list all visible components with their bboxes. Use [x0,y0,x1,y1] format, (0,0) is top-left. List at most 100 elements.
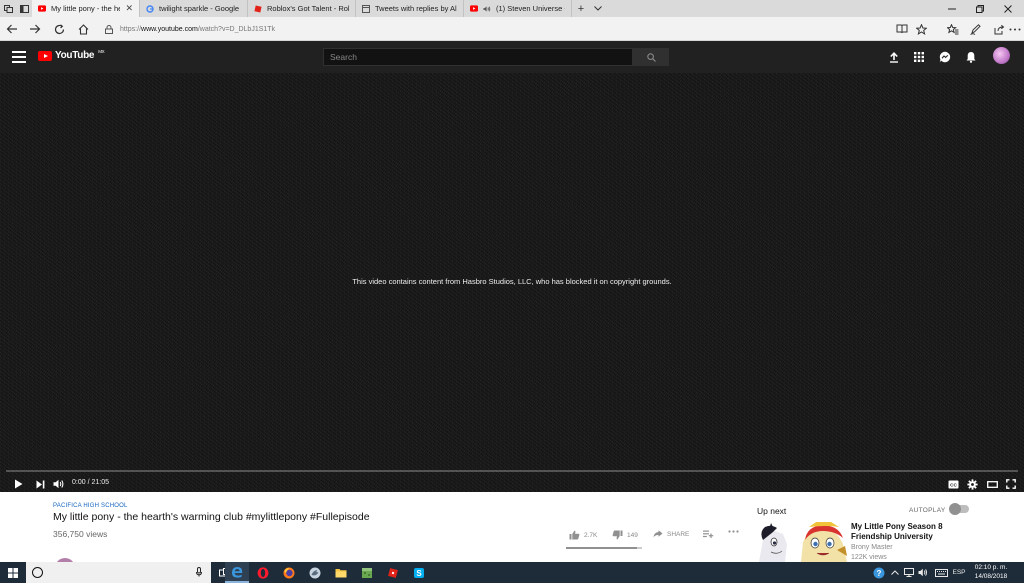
thumbs-up-icon [569,530,580,540]
tab-title: Tweets with replies by Alexr [375,4,457,13]
up-next-heading: Up next [757,506,787,516]
dislike-button[interactable]: 149 [612,530,638,540]
tab-preview-icon[interactable] [0,0,16,17]
browser-tab-strip: My little pony - the hea ✕ twilight spar… [0,0,1024,17]
toggle-knob [949,503,961,515]
account-avatar[interactable] [993,47,1010,64]
cortana-search-box[interactable] [26,562,211,583]
input-language[interactable]: ESP [951,566,967,579]
progress-bar[interactable] [6,470,1018,472]
windows-start-icon[interactable] [0,562,26,583]
notifications-bell-icon[interactable] [964,50,978,64]
favorite-star-icon[interactable] [910,17,932,41]
view-count: 356,750 views [53,529,108,539]
add-to-playlist-icon [703,530,714,538]
video-info-section: PACIFICA HIGH SCHOOL My little pony - th… [0,492,1024,578]
roblox-app-icon[interactable] [381,562,405,583]
clock-time: 02:10 p. m. [974,564,1008,571]
clock-date: 14/08/2018 [974,572,1008,580]
video-title: My little pony - the hearth's warming cl… [53,511,370,523]
home-icon[interactable] [71,17,95,41]
settings-gear-icon[interactable] [965,478,979,490]
like-button[interactable]: 2.7K [569,530,597,540]
svg-text:CC: CC [950,482,957,487]
more-options-icon[interactable] [1004,17,1024,41]
lock-icon[interactable] [104,24,114,34]
skype-icon[interactable]: S [407,562,431,583]
favorites-hub-icon[interactable] [942,17,964,41]
close-window-icon[interactable] [994,0,1022,17]
minecraft-icon[interactable] [355,562,379,583]
volume-icon[interactable] [52,478,66,490]
add-to-playlist-button[interactable] [703,530,714,538]
autoplay-toggle[interactable] [949,503,969,515]
upload-icon[interactable] [887,50,901,64]
time-display: 0:00 / 21:05 [72,479,109,486]
youtube-header: YouTube MX Search [0,41,1024,73]
recommended-video-thumbnail[interactable] [757,522,848,562]
refresh-icon[interactable] [47,17,71,41]
url-host: www.youtube.com [141,25,198,33]
firefox-icon[interactable] [277,562,301,583]
play-icon[interactable] [11,478,25,490]
video-player[interactable]: This video contains content from Hasbro … [0,73,1024,492]
microphone-icon[interactable] [196,567,202,579]
subtitles-icon[interactable]: CC [946,478,960,490]
youtube-icon [470,5,478,13]
chevron-down-icon[interactable] [590,0,606,17]
theater-mode-icon[interactable] [985,478,999,490]
tab-google-search[interactable]: twilight sparkle - Google Se [140,0,248,17]
help-tips-icon[interactable]: ? [872,566,886,579]
tab-tweets[interactable]: Tweets with replies by Alexr [356,0,464,17]
browser-address-bar: https://www.youtube.com/watch?v=D_DLbJ1S… [0,17,1024,41]
close-tab-icon[interactable]: ✕ [125,3,133,14]
speaker-icon[interactable] [917,566,929,579]
new-tab-icon[interactable]: + [572,0,590,17]
show-hidden-icons-chevron-icon[interactable] [889,566,901,579]
youtube-logo[interactable]: YouTube MX [38,49,105,61]
set-tabs-aside-icon[interactable] [16,0,32,17]
more-actions-button[interactable] [728,530,739,533]
system-clock[interactable]: 02:10 p. m. 14/08/2018 [968,564,1014,581]
search-input[interactable]: Search [323,48,633,66]
tab-roblox[interactable]: Roblox's Got Talent - Roblo: [248,0,356,17]
tab-steven-universe[interactable]: (1) Steven Universe - Lc [464,0,572,17]
keyboard-icon[interactable] [933,566,949,579]
restore-icon[interactable] [966,0,994,17]
svg-text:?: ? [877,569,882,578]
svg-text:S: S [416,569,422,578]
recommended-video-title[interactable]: My Little Pony Season 8 Friendship Unive… [851,522,971,542]
tab-title: (1) Steven Universe - Lc [496,4,565,13]
messages-icon[interactable] [938,50,952,64]
sentiment-fill [566,547,637,549]
web-notes-pen-icon[interactable] [964,17,986,41]
search-button[interactable] [633,48,669,66]
apps-grid-icon[interactable] [912,50,926,64]
fullscreen-icon[interactable] [1004,478,1018,490]
tab-title: twilight sparkle - Google Se [159,4,241,13]
url-path: /watch?v=D_DLbJ1S1Tk [197,25,276,33]
file-explorer-icon[interactable] [329,562,353,583]
channel-hashtag-link[interactable]: PACIFICA HIGH SCHOOL [53,503,128,509]
windows-taskbar: S ? ESP 02:10 p. m. 14/08/2018 [0,562,1024,583]
network-icon[interactable] [903,566,915,579]
autoplay-label: AUTOPLAY [909,507,946,514]
recommended-video-channel[interactable]: Brony Master [851,544,893,551]
youtube-icon [38,5,46,13]
edge-browser-icon[interactable] [225,562,249,583]
search-icon [646,52,656,62]
share-label: SHARE [667,530,690,538]
forward-arrow-icon[interactable] [23,17,47,41]
guide-menu-icon[interactable] [12,51,26,63]
back-arrow-icon[interactable] [0,17,24,41]
tab-youtube-my-little-pony[interactable]: My little pony - the hea ✕ [32,0,140,17]
copyright-block-message: This video contains content from Hasbro … [352,277,672,286]
youtube-play-logo-icon [38,50,52,61]
minimize-icon[interactable] [938,0,966,17]
opera-browser-icon[interactable] [251,562,275,583]
share-button[interactable]: SHARE [653,530,689,538]
url-field[interactable]: https://www.youtube.com/watch?v=D_DLbJ1S… [104,20,884,38]
bird-app-icon[interactable] [303,562,327,583]
next-video-icon[interactable] [33,478,47,490]
audio-playing-icon[interactable] [483,5,491,13]
